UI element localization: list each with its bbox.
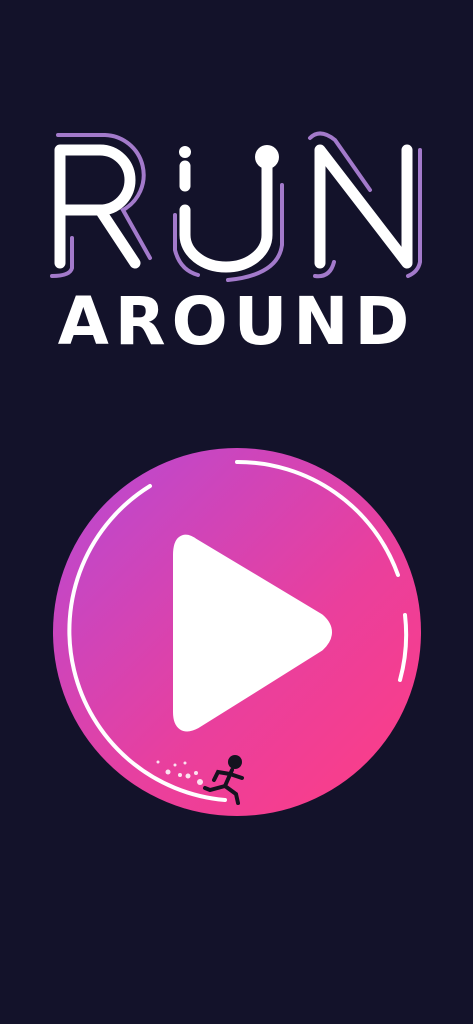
logo-dot-small: [179, 146, 191, 158]
play-button[interactable]: [0, 440, 473, 840]
logo-word-around: AROUND: [57, 283, 416, 360]
game-logo-run: [50, 131, 422, 282]
logo-dot-large: [255, 145, 279, 169]
